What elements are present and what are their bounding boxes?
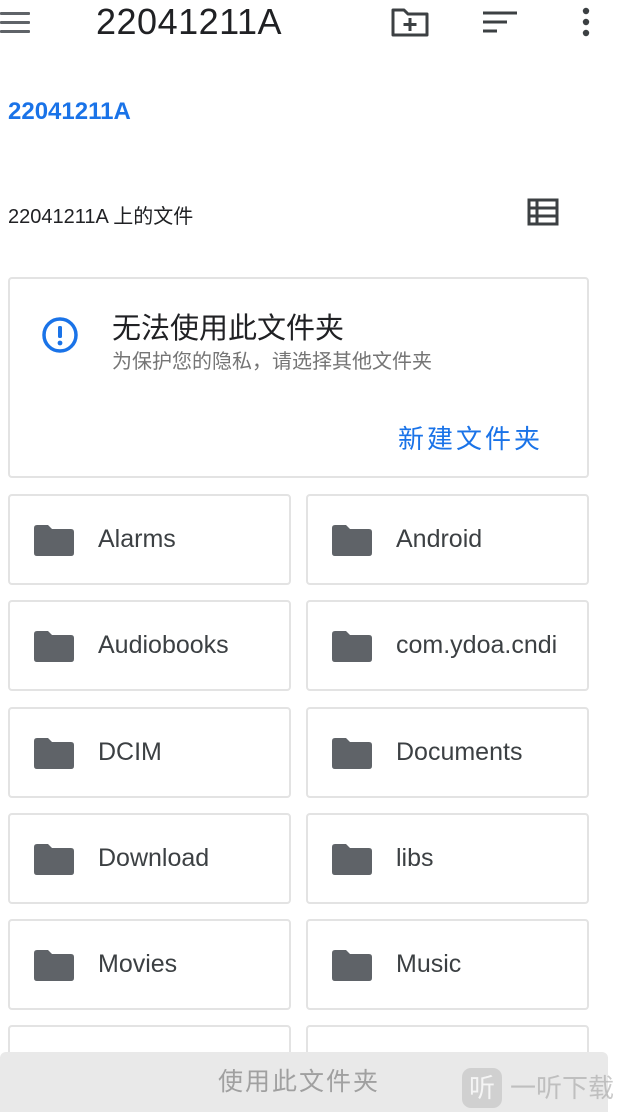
breadcrumb-root[interactable]: 22041211A bbox=[8, 98, 131, 126]
folder-icon bbox=[34, 844, 74, 875]
folder-tile[interactable]: Audiobooks bbox=[8, 600, 291, 691]
sort-icon[interactable] bbox=[480, 4, 520, 40]
folder-icon bbox=[34, 525, 74, 556]
menu-icon[interactable] bbox=[0, 10, 30, 34]
folder-tile[interactable]: Alarms bbox=[8, 494, 291, 585]
folder-name: Music bbox=[396, 950, 462, 978]
folder-name: Audiobooks bbox=[98, 631, 229, 659]
folder-tile[interactable]: Documents bbox=[306, 707, 589, 798]
folder-name: Documents bbox=[396, 738, 523, 766]
folder-tile[interactable]: Music bbox=[306, 919, 589, 1010]
folder-name: Android bbox=[396, 525, 483, 553]
top-app-bar: 22041211A bbox=[0, 0, 623, 48]
folder-icon bbox=[332, 738, 372, 769]
folder-icon bbox=[34, 631, 74, 662]
new-folder-button[interactable]: 新建文件夹 bbox=[398, 419, 543, 456]
create-new-folder-icon[interactable] bbox=[390, 4, 430, 40]
section-title: 22041211A 上的文件 bbox=[8, 206, 194, 228]
folder-tile[interactable]: Download bbox=[8, 813, 291, 904]
watermark: 听 一听下载 bbox=[462, 1066, 622, 1110]
more-vert-icon[interactable] bbox=[566, 4, 606, 40]
watermark-logo-icon: 听 bbox=[462, 1068, 502, 1108]
folder-tile[interactable]: Android bbox=[306, 494, 589, 585]
file-picker-screen: 22041211A 22041211A 22041211A 上的文件 无法使用此… bbox=[0, 0, 623, 1112]
info-icon bbox=[40, 315, 80, 355]
folder-tile[interactable]: libs bbox=[306, 813, 589, 904]
warning-title: 无法使用此文件夹 bbox=[112, 313, 345, 345]
folder-icon bbox=[332, 950, 372, 981]
folder-name: Alarms bbox=[98, 525, 176, 553]
folder-tile[interactable]: DCIM bbox=[8, 707, 291, 798]
cannot-use-folder-card: 无法使用此文件夹 为保护您的隐私，请选择其他文件夹 新建文件夹 bbox=[8, 277, 589, 478]
watermark-text: 一听下载 bbox=[510, 1073, 615, 1103]
folder-name: libs bbox=[396, 844, 434, 872]
folder-tile[interactable]: com.ydoa.cndi bbox=[306, 600, 589, 691]
page-title: 22041211A bbox=[96, 1, 283, 42]
list-view-icon[interactable] bbox=[526, 196, 560, 228]
folder-name: Download bbox=[98, 844, 210, 872]
folder-name: DCIM bbox=[98, 738, 162, 766]
folder-icon bbox=[332, 844, 372, 875]
folder-icon bbox=[34, 738, 74, 769]
folder-icon bbox=[332, 631, 372, 662]
folder-icon bbox=[34, 950, 74, 981]
folder-tile[interactable]: Movies bbox=[8, 919, 291, 1010]
folder-name: Movies bbox=[98, 950, 178, 978]
folder-name: com.ydoa.cndi bbox=[396, 631, 558, 659]
folder-icon bbox=[332, 525, 372, 556]
warning-subtitle: 为保护您的隐私，请选择其他文件夹 bbox=[112, 351, 432, 373]
